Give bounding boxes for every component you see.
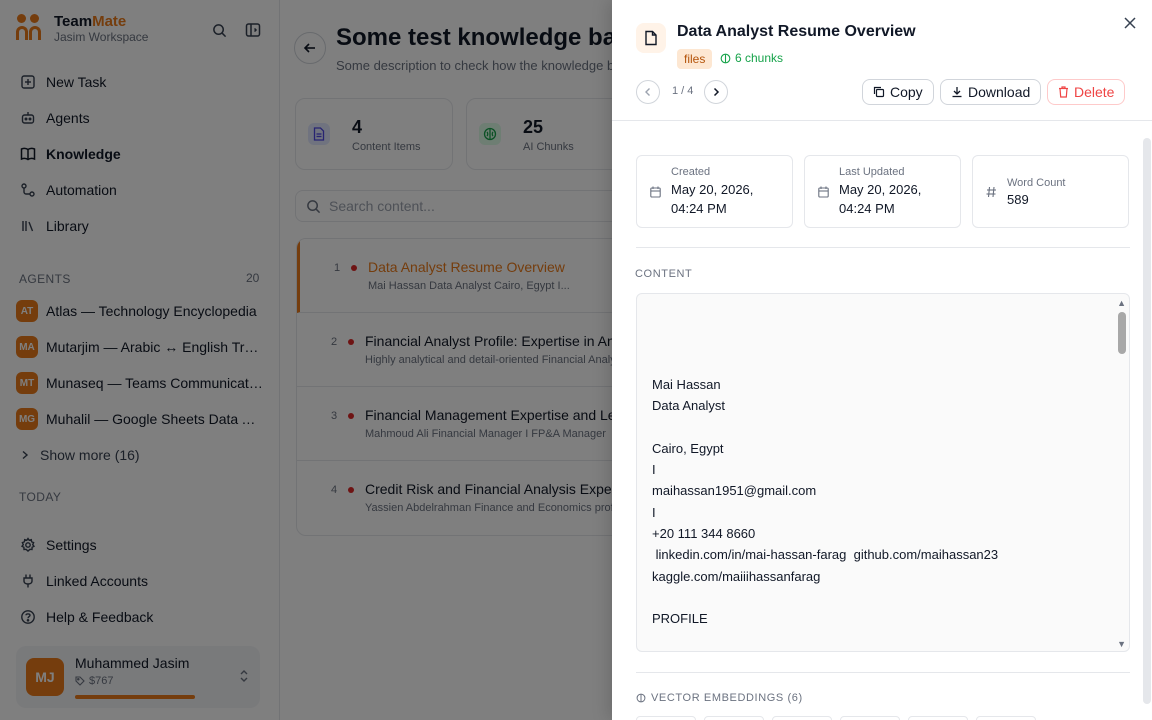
content-text: Mai Hassan Data Analyst Cairo, Egypt I m… (652, 374, 998, 630)
content-line: +20 111 344 8660 (652, 526, 756, 542)
content-line: I (652, 504, 656, 520)
next-item-button[interactable] (704, 80, 728, 104)
scroll-up-arrow-icon[interactable]: ▲ (1117, 298, 1126, 308)
source-badge: files (677, 49, 713, 69)
pager-indicator: 1 / 4 (672, 85, 694, 97)
embedding-chips (636, 716, 1036, 720)
content-line: PROFILE (652, 611, 708, 627)
close-button[interactable] (1121, 14, 1139, 32)
chunks-badge: 6 chunks (720, 51, 783, 65)
content-line: linkedin.com/in/mai-hassan-farag github.… (652, 547, 999, 563)
embedding-chip[interactable] (976, 716, 1036, 720)
content-section-label: CONTENT (635, 268, 693, 280)
content-line: kaggle.com/maiiihassanfarag (652, 568, 821, 584)
copy-icon (873, 86, 885, 98)
delete-label: Delete (1074, 84, 1115, 100)
vector-embeddings-header[interactable]: VECTOR EMBEDDINGS (6) (636, 692, 803, 704)
content-line: Cairo, Egypt (652, 440, 724, 456)
created-label: Created (671, 166, 711, 178)
embedding-chip[interactable] (636, 716, 696, 720)
modal-backdrop[interactable] (0, 0, 612, 720)
calendar-icon (650, 186, 661, 198)
divider (612, 120, 1152, 121)
hash-icon (986, 186, 996, 198)
download-button[interactable]: Download (940, 79, 1042, 105)
last-updated-label: Last Updated (839, 166, 905, 178)
embedding-chip[interactable] (704, 716, 764, 720)
chevron-left-icon (645, 88, 650, 96)
trash-icon (1059, 86, 1068, 98)
file-icon (636, 23, 666, 53)
content-line: Mai Hassan (652, 377, 721, 392)
created-value: May 20, 2026, 04:24 PM (671, 182, 754, 216)
last-updated-card: Last Updated May 20, 2026, 04:24 PM (804, 155, 961, 228)
copy-button[interactable]: Copy (862, 79, 934, 105)
content-line: Data Analyst (652, 398, 725, 414)
brain-icon (636, 693, 646, 703)
close-icon (1124, 17, 1136, 29)
content-line (652, 587, 998, 608)
word-count-value: 589 (1007, 192, 1029, 207)
content-line: maihassan1951@gmail.com (652, 483, 817, 499)
brain-icon (720, 53, 731, 63)
content-line: I (652, 462, 656, 478)
drawer-title: Data Analyst Resume Overview (677, 23, 916, 40)
vector-embeddings-label: VECTOR EMBEDDINGS (6) (651, 692, 803, 704)
embedding-chip[interactable] (908, 716, 968, 720)
scroll-down-arrow-icon[interactable]: ▼ (1117, 639, 1126, 649)
calendar-icon (818, 186, 829, 198)
content-line (652, 417, 998, 438)
embedding-chip[interactable] (772, 716, 832, 720)
chevron-right-icon (713, 87, 720, 97)
drawer-scrollbar[interactable] (1143, 138, 1151, 704)
embedding-chip[interactable] (840, 716, 900, 720)
divider (636, 247, 1130, 248)
word-count-label: Word Count (1007, 177, 1066, 189)
download-icon (952, 87, 962, 98)
content-detail-drawer: Data Analyst Resume Overview files 6 chu… (612, 0, 1152, 720)
content-scrollbar-thumb[interactable] (1118, 312, 1126, 354)
previous-item-button[interactable] (636, 80, 660, 104)
download-label: Download (968, 84, 1031, 100)
copy-label: Copy (890, 84, 923, 100)
chunks-count: 6 chunks (735, 51, 784, 65)
created-card: Created May 20, 2026, 04:24 PM (636, 155, 793, 228)
word-count-card: Word Count 589 (972, 155, 1129, 228)
delete-button[interactable]: Delete (1047, 79, 1126, 105)
divider (636, 672, 1130, 673)
last-updated-value: May 20, 2026, 04:24 PM (839, 182, 922, 216)
content-textarea[interactable]: Mai Hassan Data Analyst Cairo, Egypt I m… (636, 293, 1130, 652)
